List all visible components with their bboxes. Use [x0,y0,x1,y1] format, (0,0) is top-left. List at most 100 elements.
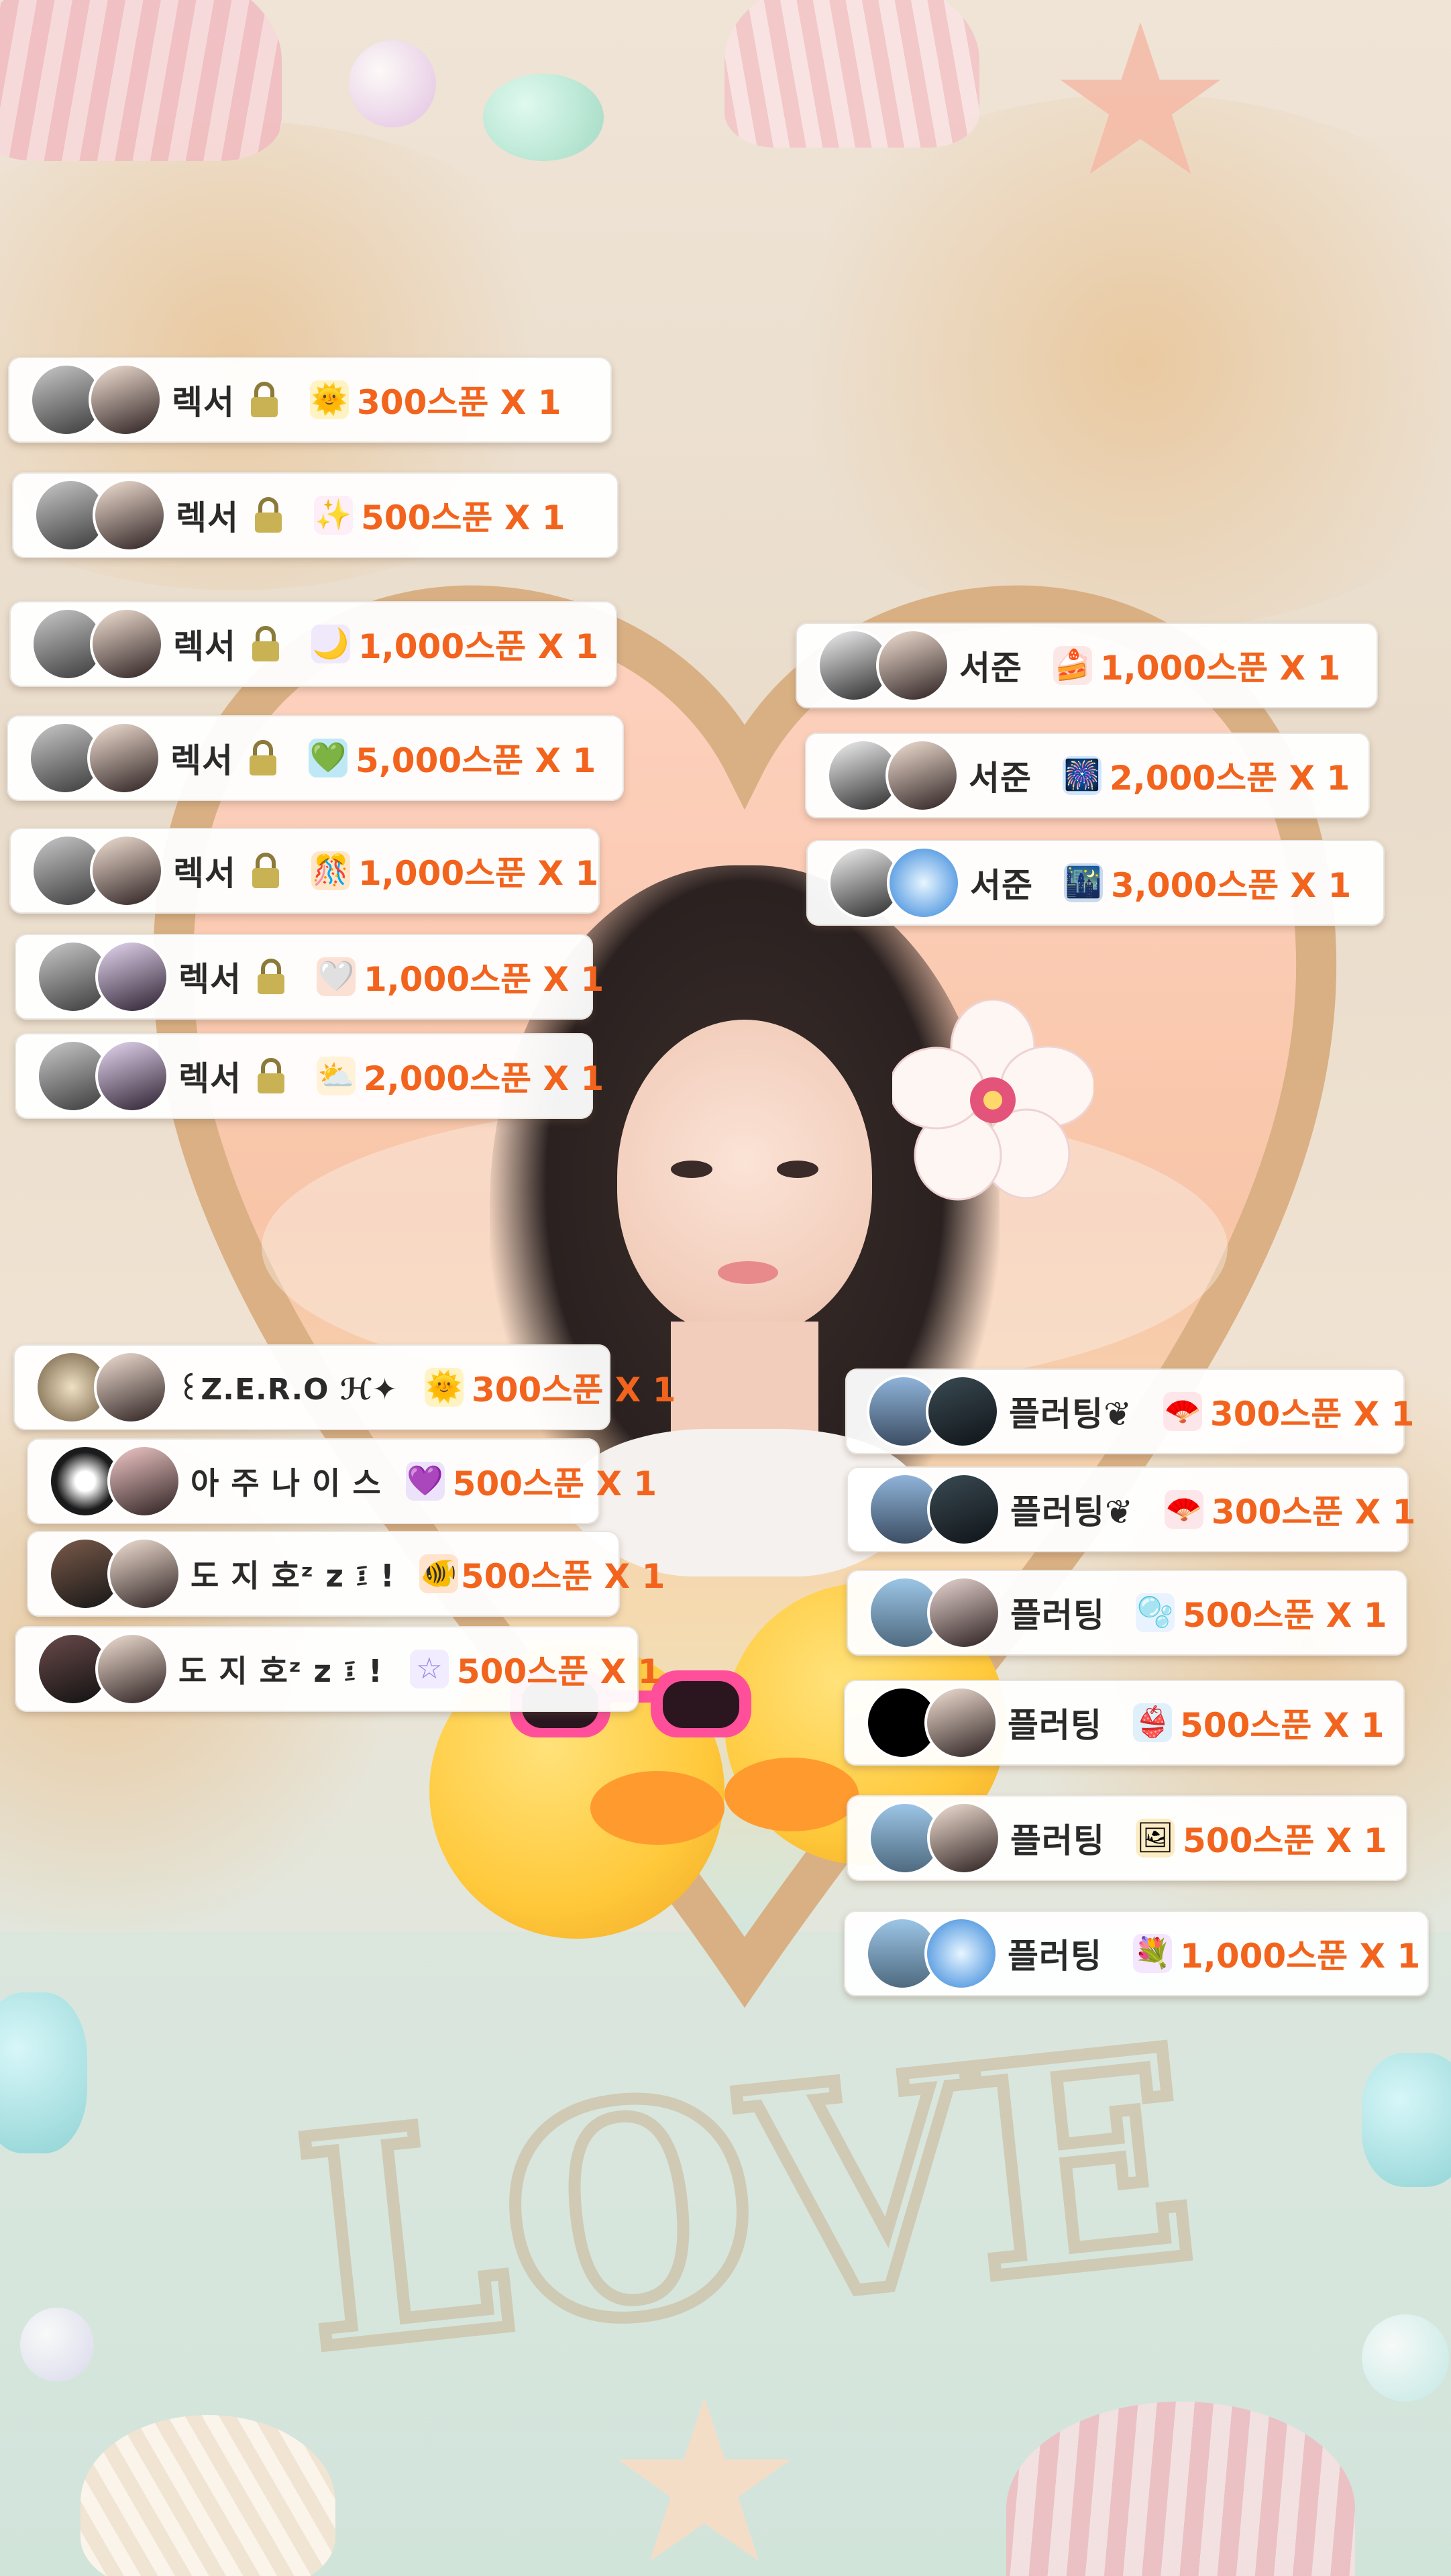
gift-notification: ꒰Z.E.R.O ℋ✦ 🌞 300스푼 X 1 [13,1344,676,1430]
sun-sticker-icon: 🌞 [310,380,349,419]
avatar-pair[interactable] [868,1801,1002,1875]
receiver-avatar[interactable] [90,607,164,681]
receiver-avatar[interactable] [876,629,950,702]
gift-amount: 500스푼 X 1 [456,1652,661,1691]
avatar-pair[interactable] [826,739,961,812]
receiver-avatar[interactable] [90,834,164,908]
bubbles-sticker-icon: 🫧 [1136,1593,1175,1632]
gift-amount: 500스푼 X 1 [1180,1706,1385,1745]
sender-nickname[interactable]: 플러팅 [1008,1699,1102,1747]
sender-nickname[interactable]: 렉서 [170,734,233,782]
avatar-pair[interactable] [48,1444,182,1518]
gift-amount: 500스푼 X 1 [361,498,566,537]
receiver-avatar[interactable] [924,1686,998,1760]
moon-sticker-icon: 🌙 [311,625,350,663]
sender-nickname[interactable]: 렉서 [173,620,236,668]
avatar-pair[interactable] [30,363,164,437]
confetti-frame-sticker-icon: 🎊 [311,851,350,890]
avatar-pair[interactable] [36,1039,170,1113]
sender-nickname[interactable]: 도 지 호ᶻ z ፤ ! [191,1552,395,1596]
lock-icon [251,625,280,663]
sender-nickname[interactable]: 렉서 [178,1052,241,1100]
gift-amount: 300스푼 X 1 [1210,1395,1415,1434]
seashell-icon [724,0,979,148]
avatar-pair[interactable] [48,1537,182,1611]
lock-icon [254,496,283,534]
receiver-avatar[interactable] [95,1632,169,1706]
avatar-pair[interactable] [868,1576,1002,1650]
receiver-avatar[interactable] [927,1472,1001,1546]
avatar-pair[interactable] [865,1686,1000,1760]
receiver-avatar[interactable] [87,721,161,795]
sender-nickname[interactable]: 플러팅❦ [1010,1485,1134,1534]
gift-notification: 플러팅❦ 🪭 300스푼 X 1 [847,1466,1415,1552]
gift-notification: 렉서 🌙 1,000스푼 X 1 [9,601,617,687]
receiver-avatar[interactable] [93,478,166,552]
gift-amount: 1,000스푼 X 1 [1100,649,1341,688]
avatar-pair[interactable] [817,629,951,702]
receiver-avatar[interactable] [887,846,961,920]
lock-icon [251,852,280,890]
sender-nickname[interactable]: 플러팅 [1010,1814,1105,1862]
gift-amount: 1,000스푼 X 1 [1180,1937,1421,1976]
receiver-avatar[interactable] [89,363,162,437]
sea-glass-icon [0,1992,87,2153]
sender-nickname[interactable]: 렉서 [172,376,235,424]
gift-amount: 500스푼 X 1 [1183,1821,1387,1860]
sender-nickname[interactable]: 렉서 [176,491,239,539]
sender-nickname[interactable]: 렉서 [173,847,236,895]
avatar-pair[interactable] [31,607,165,681]
receiver-avatar[interactable] [926,1375,1000,1448]
gift-amount: 1,000스푼 X 1 [358,854,599,893]
pearl-icon [1362,2314,1449,2402]
sender-nickname[interactable]: 렉서 [178,953,241,1001]
gift-notification: 서준 🍰 1,000스푼 X 1 [796,623,1378,708]
sender-nickname[interactable]: 아 주 나 이 스 [191,1459,382,1503]
sparkle-sticker-icon: ✨ [314,496,353,535]
avatar-pair[interactable] [36,1632,170,1706]
gift-notification: 아 주 나 이 스 💜 500스푼 X 1 [27,1438,657,1524]
avatar-pair[interactable] [31,834,165,908]
avatar-pair[interactable] [28,721,162,795]
avatar-pair[interactable] [828,846,962,920]
sender-nickname[interactable]: 플러팅 [1010,1589,1105,1637]
gift-notification: 플러팅 🖼 500스푼 X 1 [847,1795,1407,1881]
sender-nickname[interactable]: 서준 [959,641,1022,690]
gift-amount: 300스푼 X 1 [357,383,561,422]
receiver-avatar[interactable] [885,739,959,812]
fan-sticker-icon: 🪭 [1164,1490,1203,1529]
receiver-avatar[interactable] [94,1350,168,1424]
receiver-avatar[interactable] [107,1444,181,1518]
sender-nickname[interactable]: 도 지 호ᶻ z ፤ ! [178,1647,383,1691]
sender-nickname[interactable]: ꒰Z.E.R.O ℋ✦ [177,1368,398,1407]
sender-nickname[interactable]: 서준 [970,859,1033,907]
avatar-pair[interactable] [34,478,168,552]
avatar-pair[interactable] [35,1350,169,1424]
receiver-avatar[interactable] [107,1537,181,1611]
heart-frame-sticker-icon: 💚 [309,739,347,777]
gift-amount: 300스푼 X 1 [471,1371,676,1409]
starfish-icon [1060,22,1221,174]
cloud-sticker-icon: ⛅ [317,1057,356,1095]
sender-nickname[interactable]: 서준 [969,751,1032,800]
sender-nickname[interactable]: 플러팅 [1008,1929,1102,1978]
svg-text:LOVE: LOVE [285,1985,1208,2381]
fan-sticker-icon: 🪭 [1163,1392,1202,1431]
receiver-avatar[interactable] [95,1039,169,1113]
receiver-avatar[interactable] [927,1576,1001,1650]
avatar-pair[interactable] [868,1472,1002,1546]
starfish-icon [618,2398,791,2561]
avatar-pair[interactable] [867,1375,1001,1448]
receiver-avatar[interactable] [927,1801,1001,1875]
gift-notification: 플러팅 👙 500스푼 X 1 [844,1680,1405,1766]
gift-notification: 플러팅 🫧 500스푼 X 1 [847,1570,1407,1656]
sender-nickname[interactable]: 플러팅❦ [1009,1387,1132,1436]
pearl-icon [349,40,436,127]
gift-amount: 2,000스푼 X 1 [364,1059,604,1098]
avatar-pair[interactable] [865,1917,1000,1990]
lock-icon [248,739,278,777]
avatar-pair[interactable] [36,940,170,1014]
receiver-avatar[interactable] [924,1917,998,1990]
gift-notification: 플러팅 💐 1,000스푼 X 1 [844,1911,1429,1996]
receiver-avatar[interactable] [95,940,169,1014]
